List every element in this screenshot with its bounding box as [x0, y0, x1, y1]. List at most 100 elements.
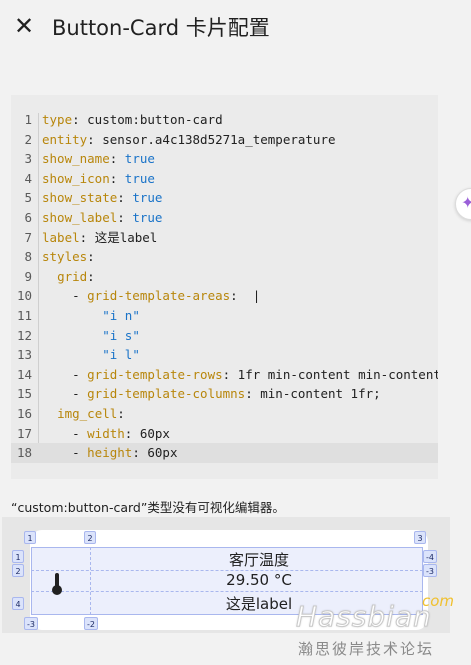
yaml-key: label — [42, 229, 80, 245]
code-line[interactable]: 5 show_state: true — [11, 188, 438, 208]
line-text: "i l" — [42, 345, 140, 365]
grid-tag-top-3: 3 — [414, 531, 426, 544]
grid-column-line — [90, 547, 91, 615]
code-line[interactable]: 8 styles: — [11, 247, 438, 267]
dialog-title: Button-Card 卡片配置 — [52, 16, 270, 40]
yaml-text: : — [117, 190, 133, 206]
code-line[interactable]: 16 img_cell: — [11, 404, 438, 424]
grid-row-line — [31, 591, 423, 592]
yaml-key: height — [87, 445, 133, 461]
line-text: - grid-template-columns: min-content 1fr… — [42, 384, 381, 404]
yaml-text: - — [42, 288, 88, 304]
yaml-text: : 60px — [124, 425, 170, 441]
yaml-key: entity — [42, 131, 88, 147]
code-line[interactable]: 6 show_label: true — [11, 208, 438, 228]
yaml-value: "i s" — [102, 327, 140, 343]
code-line[interactable]: 15 - grid-template-columns: min-content … — [11, 384, 438, 404]
line-text: show_icon: true — [42, 169, 155, 189]
yaml-key: styles — [42, 249, 88, 265]
code-line[interactable]: 17 - width: 60px — [11, 424, 438, 444]
code-line[interactable]: 9 grid: — [11, 267, 438, 287]
line-text: - height: 60px — [42, 443, 177, 463]
yaml-text: - — [42, 386, 88, 402]
close-button[interactable]: ✕ — [10, 12, 38, 40]
yaml-value: true — [132, 190, 163, 206]
yaml-key: img_cell — [57, 406, 118, 421]
code-line[interactable]: 11 "i n" — [11, 306, 438, 326]
yaml-text: : — [87, 249, 95, 265]
line-text: show_name: true — [42, 149, 155, 169]
yaml-key: show_label — [42, 210, 118, 225]
yaml-key: grid-template-rows — [87, 366, 223, 382]
code-line[interactable]: 14 - grid-template-rows: 1fr min-content… — [11, 365, 438, 385]
code-line[interactable]: 2 entity: sensor.a4c138d5271a_temperature — [11, 130, 438, 150]
yaml-key: grid — [57, 268, 88, 284]
code-line[interactable]: 3 show_name: true — [11, 149, 438, 169]
line-text: show_label: true — [42, 208, 162, 228]
yaml-text: : 1fr min-content min-content — [222, 366, 438, 382]
yaml-key: show_state — [42, 190, 118, 206]
yaml-text: : — [117, 210, 133, 225]
yaml-value: true — [132, 210, 163, 225]
grid-tag-bottom-2: -2 — [84, 617, 98, 630]
yaml-text — [42, 308, 102, 323]
yaml-value: true — [124, 151, 155, 167]
yaml-text — [42, 269, 57, 284]
line-number: 5 — [24, 190, 32, 206]
line-text: styles: — [42, 247, 95, 267]
yaml-text: : — [109, 170, 125, 186]
yaml-key: show_icon — [42, 170, 110, 186]
yaml-text — [42, 328, 102, 343]
grid-tag-left-2: 2 — [12, 564, 24, 577]
line-number: 12 — [16, 327, 32, 343]
code-line[interactable]: 10 - grid-template-areas: | — [11, 286, 438, 306]
line-number: 13 — [16, 347, 32, 363]
code-line[interactable]: 7 label: 这是label — [11, 228, 438, 248]
yaml-text: : | — [230, 288, 261, 304]
code-line[interactable]: 4 show_icon: true — [11, 169, 438, 189]
line-text: - grid-template-areas: | — [42, 286, 260, 306]
close-icon: ✕ — [13, 12, 35, 40]
grid-tag-left-4: 4 — [12, 597, 24, 610]
watermark-domain: com — [422, 592, 455, 610]
yaml-key: show_name — [42, 151, 110, 167]
line-number: 14 — [16, 366, 32, 382]
line-number: 16 — [16, 406, 32, 421]
watermark: Hassbian com 瀚思彼岸技术论坛 — [292, 592, 462, 662]
line-number: 11 — [16, 308, 32, 323]
yaml-value: true — [124, 170, 155, 186]
dialog-header: ✕ Button-Card 卡片配置 — [0, 0, 471, 56]
thermometer-icon — [52, 573, 62, 595]
line-text: show_state: true — [42, 188, 162, 208]
line-text: - grid-template-rows: 1fr min-content mi… — [42, 365, 438, 385]
yaml-text: : sensor.a4c138d5271a_temperature — [87, 131, 336, 147]
card-state: 29.50 °C — [226, 571, 292, 589]
line-text: "i n" — [42, 306, 140, 326]
yaml-text: : — [109, 151, 125, 167]
yaml-code-editor[interactable]: 1 type: custom:button-card 2 entity: sensor… — [11, 95, 438, 479]
line-number: 7 — [24, 229, 32, 245]
yaml-value: "i l" — [102, 347, 140, 363]
yaml-text: - — [42, 425, 88, 441]
line-text: label: 这是label — [42, 228, 157, 248]
yaml-text: : min-content 1fr; — [245, 386, 381, 402]
code-line[interactable]: 1 type: custom:button-card — [11, 110, 438, 130]
line-text: - width: 60px — [42, 424, 170, 444]
line-number: 9 — [24, 268, 32, 284]
grid-tag-top-2: 2 — [84, 531, 96, 544]
line-number: 8 — [24, 249, 32, 265]
card-name: 客厅温度 — [228, 551, 289, 569]
yaml-key: type — [42, 112, 73, 127]
assist-handle[interactable]: ✦ — [455, 188, 471, 220]
yaml-text: : custom:button-card — [72, 112, 223, 127]
grid-tag-left-1: 1 — [12, 550, 24, 563]
code-line[interactable]: 18 - height: 60px — [11, 443, 438, 463]
line-number: 17 — [16, 425, 32, 441]
yaml-value: "i n" — [102, 308, 140, 323]
code-line[interactable]: 13 "i l" — [11, 345, 438, 365]
line-text: type: custom:button-card — [42, 110, 223, 130]
line-number: 6 — [24, 210, 32, 225]
line-number: 2 — [24, 131, 32, 147]
code-line[interactable]: 12 "i s" — [11, 326, 438, 346]
line-number: 15 — [16, 386, 32, 402]
